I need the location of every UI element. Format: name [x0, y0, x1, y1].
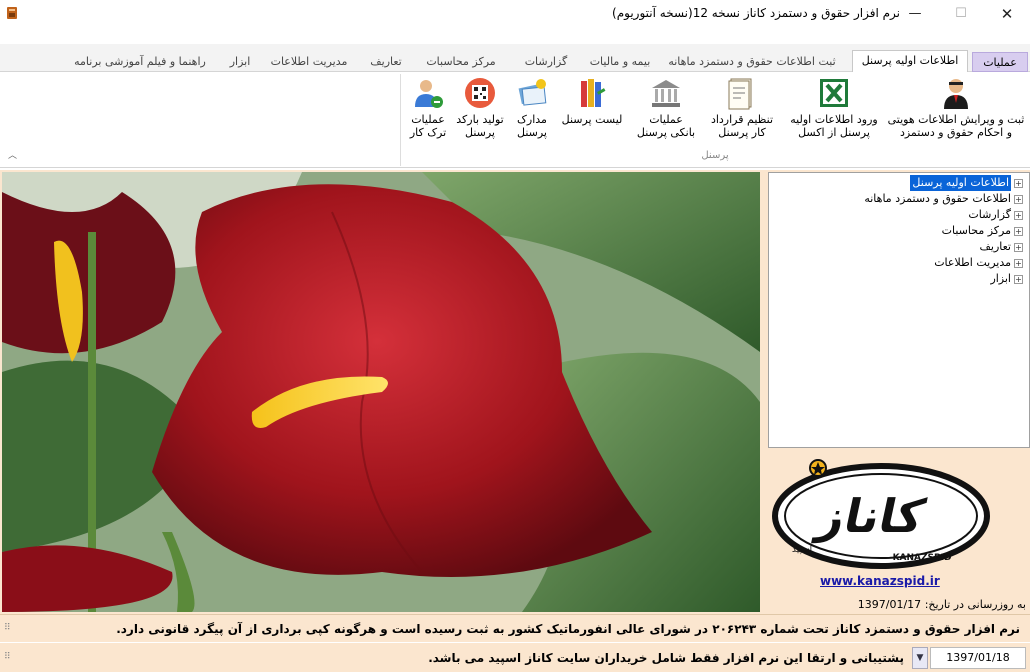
tab-operations[interactable]: عملیات	[972, 52, 1028, 72]
bank-operations-button[interactable]: عملیات بانکی پرسنل	[630, 76, 702, 148]
ribbon-button-label: تنظیم قرارداد کار پرسنل	[710, 113, 774, 139]
tree-item-personnel-basic[interactable]: + اطلاعات اولیه پرسنل	[910, 175, 1023, 191]
copyright-notice-bar: ⠿ نرم افزار حقوق و دستمزد کاناز تحت شمار…	[0, 614, 1030, 642]
ribbon-button-label: ورود اطلاعات اولیه پرسنل از اکسل	[790, 113, 878, 139]
tree-item-label: گزارشات	[968, 208, 1011, 221]
chevron-down-icon[interactable]: ▼	[912, 647, 928, 669]
anthurium-photo	[2, 172, 760, 612]
expand-icon[interactable]: +	[1014, 226, 1023, 236]
books-list-icon	[581, 79, 606, 107]
navigation-tree: + اطلاعات اولیه پرسنل + اطلاعات حقوق و د…	[768, 172, 1030, 448]
ribbon-panel: ثبت و ویرایش اطلاعات هویتی و احکام حقوق …	[0, 72, 1030, 168]
excel-icon	[820, 79, 848, 107]
import-excel-button[interactable]: ورود اطلاعات اولیه پرسنل از اکسل	[786, 76, 882, 148]
ticker-bar: ⠿ پشتیبانی و ارتقا این نرم افزار فقط شام…	[0, 643, 1030, 672]
barcode-icon	[465, 78, 495, 108]
grip-icon[interactable]: ⠿	[4, 623, 11, 633]
person-agent-icon	[944, 79, 968, 109]
kanaz-logo: کاناز KANAZSPID اسپید	[772, 459, 990, 569]
svg-text:کاناز: کاناز	[811, 489, 930, 542]
title-bar: نرم افزار حقوق و دستمزد کاناز نسخه 12(نس…	[0, 0, 1030, 28]
personnel-list-button[interactable]: لیست پرسنل	[556, 76, 628, 148]
support-ticker: پشتیبانی و ارتقا این نرم افزار فقط شامل …	[428, 651, 904, 665]
collapse-ribbon-icon[interactable]: ︿	[8, 148, 17, 161]
expand-icon[interactable]: +	[1014, 274, 1023, 284]
window-title: نرم افزار حقوق و دستمزد کاناز نسخه 12(نس…	[612, 6, 900, 20]
expand-icon[interactable]: +	[1014, 258, 1023, 268]
app-icon[interactable]	[4, 5, 20, 21]
svg-text:اسپید: اسپید	[792, 545, 812, 555]
current-date-field[interactable]: 1397/01/18	[930, 647, 1026, 669]
tab-personnel-basic-info[interactable]: اطلاعات اولیه پرسنل	[852, 50, 968, 73]
expand-icon[interactable]: +	[1014, 210, 1023, 220]
tree-item-monthly-payroll[interactable]: + اطلاعات حقوق و دستمزد ماهانه	[864, 191, 1023, 207]
tab-reports[interactable]: گزارشات	[510, 52, 582, 72]
tree-item-label: تعاریف	[979, 240, 1011, 253]
ribbon-button-label: عملیات ترک کار	[409, 113, 447, 139]
expand-icon[interactable]: +	[1014, 178, 1023, 188]
svg-text:KANAZSPID: KANAZSPID	[893, 553, 952, 563]
tab-data-management[interactable]: مدیریت اطلاعات	[262, 52, 356, 72]
documents-icon	[518, 79, 547, 106]
tree-item-calc-center[interactable]: + مرکز محاسبات	[942, 223, 1023, 239]
update-label: به روزرسانی در تاریخ:	[924, 598, 1026, 611]
contract-setup-button[interactable]: تنظیم قرارداد کار پرسنل	[702, 76, 782, 148]
ribbon-button-label: مدارک پرسنل	[517, 113, 547, 139]
tree-item-data-management[interactable]: + مدیریت اطلاعات	[934, 255, 1023, 271]
tree-item-label: ابزار	[990, 272, 1011, 285]
edit-identity-button[interactable]: ثبت و ویرایش اطلاعات هویتی و احکام حقوق …	[886, 76, 1026, 148]
grip-icon[interactable]: ⠿	[4, 652, 11, 662]
main-area: + اطلاعات اولیه پرسنل + اطلاعات حقوق و د…	[0, 170, 1030, 614]
app-window: نرم افزار حقوق و دستمزد کاناز نسخه 12(نس…	[0, 0, 1030, 672]
tree-item-label: مرکز محاسبات	[941, 224, 1011, 237]
maximize-button[interactable]: ☐	[938, 0, 984, 28]
website-link[interactable]: www.kanazspid.ir	[820, 574, 940, 588]
copyright-notice: نرم افزار حقوق و دستمزد کاناز تحت شماره …	[116, 622, 1020, 636]
personnel-documents-button[interactable]: مدارک پرسنل	[508, 76, 556, 148]
ribbon-tabs: عملیات اطلاعات اولیه پرسنل ثبت اطلاعات ح…	[0, 44, 1030, 73]
tree-item-label: اطلاعات اولیه پرسنل	[910, 175, 1011, 191]
tree-item-definitions[interactable]: + تعاریف	[980, 239, 1023, 255]
minimize-button[interactable]: —	[892, 0, 938, 28]
tree-item-label: مدیریت اطلاعات	[934, 256, 1011, 269]
expand-icon[interactable]: +	[1014, 194, 1023, 204]
tree-item-tools[interactable]: + ابزار	[990, 271, 1023, 287]
tab-definitions[interactable]: تعاریف	[360, 52, 412, 72]
tab-help-videos[interactable]: راهنما و فیلم آموزشی برنامه	[62, 52, 218, 72]
tab-monthly-payroll[interactable]: ثبت اطلاعات حقوق و دستمزد ماهانه	[656, 52, 848, 72]
ribbon-group-label: پرسنل	[701, 150, 729, 161]
tab-insurance-tax[interactable]: بیمه و مالیات	[586, 52, 654, 72]
tab-calc-center[interactable]: مرکز محاسبات	[416, 52, 506, 72]
last-update-info: به روزرسانی در تاریخ: 1397/01/17	[790, 598, 1026, 611]
ribbon-button-label: تولید بارکد پرسنل	[456, 113, 504, 139]
close-button[interactable]: ✕	[984, 0, 1030, 28]
tab-tools[interactable]: ابزار	[222, 52, 258, 72]
expand-icon[interactable]: +	[1014, 242, 1023, 252]
ribbon-button-label: عملیات بانکی پرسنل	[636, 113, 696, 139]
ribbon-button-label: لیست پرسنل	[561, 113, 623, 126]
barcode-generate-button[interactable]: تولید بارکد پرسنل	[452, 76, 508, 148]
contract-icon	[728, 78, 752, 110]
termination-button[interactable]: عملیات ترک کار	[404, 76, 452, 148]
tree-item-label: اطلاعات حقوق و دستمزد ماهانه	[864, 192, 1011, 205]
tree-item-reports[interactable]: + گزارشات	[968, 207, 1023, 223]
update-date: 1397/01/17	[857, 598, 922, 611]
user-leave-icon	[415, 80, 443, 108]
bank-icon	[652, 80, 680, 107]
ribbon-button-label: ثبت و ویرایش اطلاعات هویتی و احکام حقوق …	[887, 113, 1025, 139]
